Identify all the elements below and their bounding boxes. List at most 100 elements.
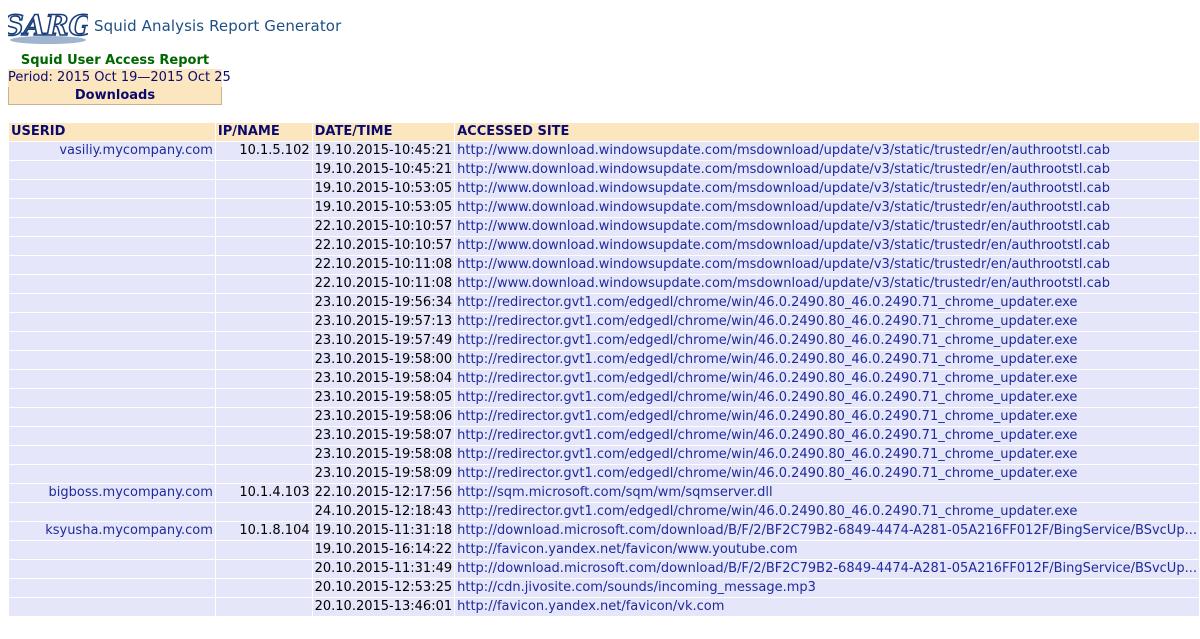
userid-cell	[8, 559, 216, 579]
site-link[interactable]: http://redirector.gvt1.com/edgedl/chrome…	[457, 333, 1077, 348]
table-body: vasiliy.mycompany.com 10.1.5.102 19.10.201…	[8, 141, 1200, 617]
site-link[interactable]: http://sqm.microsoft.com/sqm/wm/sqmserve…	[457, 485, 773, 500]
site-link[interactable]: http://www.download.windowsupdate.com/ms…	[457, 276, 1110, 291]
table-row: 22.10.2015-10:10:57 http://www.download.w…	[8, 236, 1200, 256]
column-header-datetime[interactable]: DATE/TIME	[311, 122, 456, 142]
datetime-cell: 23.10.2015-19:58:09	[311, 464, 456, 484]
table-row: 23.10.2015-19:56:34 http://redirector.gvt…	[8, 293, 1200, 313]
site-link[interactable]: http://www.download.windowsupdate.com/ms…	[457, 238, 1110, 253]
datetime-cell: 19.10.2015-10:45:21	[311, 160, 456, 180]
site-link[interactable]: http://www.download.windowsupdate.com/ms…	[457, 181, 1110, 196]
userid-cell	[8, 578, 216, 598]
site-link[interactable]: http://redirector.gvt1.com/edgedl/chrome…	[457, 371, 1077, 386]
site-link[interactable]: http://download.microsoft.com/download/B…	[457, 523, 1197, 538]
userid-cell[interactable]: bigboss.mycompany.com	[8, 483, 216, 503]
datetime-cell: 22.10.2015-10:11:08	[311, 274, 456, 294]
table-row: 19.10.2015-16:14:22 http://favicon.yandex…	[8, 540, 1200, 560]
ip-cell	[214, 217, 313, 237]
site-link[interactable]: http://redirector.gvt1.com/edgedl/chrome…	[457, 504, 1077, 519]
ip-cell	[214, 369, 313, 389]
column-header-userid[interactable]: USERID	[8, 122, 216, 142]
table-header-row: USERID IP/NAME DATE/TIME ACCESSED SITE	[8, 122, 1200, 142]
site-link[interactable]: http://redirector.gvt1.com/edgedl/chrome…	[457, 295, 1077, 310]
report-header: SARG Squid Analysis Report Generator	[8, 6, 341, 46]
table-row: 23.10.2015-19:58:00 http://redirector.gvt…	[8, 350, 1200, 370]
column-header-ip[interactable]: IP/NAME	[214, 122, 313, 142]
site-cell: http://redirector.gvt1.com/edgedl/chrome…	[454, 350, 1200, 370]
userid-cell[interactable]: vasiliy.mycompany.com	[8, 141, 216, 161]
userid-cell	[8, 597, 216, 617]
site-link[interactable]: http://www.download.windowsupdate.com/ms…	[457, 143, 1110, 158]
userid-cell	[8, 445, 216, 465]
table-row: 24.10.2015-12:18:43 http://redirector.gvt…	[8, 502, 1200, 522]
ip-cell	[214, 426, 313, 446]
table-row: 22.10.2015-10:10:57 http://www.download.w…	[8, 217, 1200, 237]
site-cell: http://www.download.windowsupdate.com/ms…	[454, 141, 1200, 161]
ip-cell	[214, 350, 313, 370]
ip-cell	[214, 274, 313, 294]
site-link[interactable]: http://redirector.gvt1.com/edgedl/chrome…	[457, 428, 1077, 443]
datetime-cell: 23.10.2015-19:57:13	[311, 312, 456, 332]
userid-cell	[8, 350, 216, 370]
ip-cell	[214, 236, 313, 256]
table-row: 23.10.2015-19:58:04 http://redirector.gvt…	[8, 369, 1200, 389]
site-link[interactable]: http://www.download.windowsupdate.com/ms…	[457, 219, 1110, 234]
site-cell: http://redirector.gvt1.com/edgedl/chrome…	[454, 388, 1200, 408]
userid-cell	[8, 407, 216, 427]
datetime-cell: 19.10.2015-10:53:05	[311, 179, 456, 199]
userid-cell[interactable]: ksyusha.mycompany.com	[8, 521, 216, 541]
table-row: bigboss.mycompany.com 10.1.4.103 22.10.201…	[8, 483, 1200, 503]
ip-cell	[214, 464, 313, 484]
ip-cell	[214, 255, 313, 275]
userid-cell	[8, 160, 216, 180]
site-link[interactable]: http://download.microsoft.com/download/B…	[457, 561, 1197, 576]
column-header-site[interactable]: ACCESSED SITE	[454, 122, 1200, 142]
sarg-logo[interactable]: SARG	[8, 7, 88, 45]
site-cell: http://redirector.gvt1.com/edgedl/chrome…	[454, 369, 1200, 389]
datetime-cell: 19.10.2015-16:14:22	[311, 540, 456, 560]
report-info: Squid User Access Report Period: 2015 Oc…	[8, 52, 231, 105]
ip-cell	[214, 597, 313, 617]
ip-cell	[214, 559, 313, 579]
site-link[interactable]: http://redirector.gvt1.com/edgedl/chrome…	[457, 409, 1077, 424]
datetime-cell: 23.10.2015-19:58:07	[311, 426, 456, 446]
site-link[interactable]: http://redirector.gvt1.com/edgedl/chrome…	[457, 447, 1077, 462]
site-cell: http://redirector.gvt1.com/edgedl/chrome…	[454, 407, 1200, 427]
datetime-cell: 22.10.2015-10:11:08	[311, 255, 456, 275]
site-link[interactable]: http://www.download.windowsupdate.com/ms…	[457, 162, 1110, 177]
site-link[interactable]: http://redirector.gvt1.com/edgedl/chrome…	[457, 314, 1077, 329]
site-link[interactable]: http://redirector.gvt1.com/edgedl/chrome…	[457, 352, 1077, 367]
site-link[interactable]: http://redirector.gvt1.com/edgedl/chrome…	[457, 466, 1077, 481]
table-row: 19.10.2015-10:53:05 http://www.download.w…	[8, 179, 1200, 199]
userid-cell	[8, 369, 216, 389]
table-row: 23.10.2015-19:58:09 http://redirector.gvt…	[8, 464, 1200, 484]
userid-cell	[8, 198, 216, 218]
datetime-cell: 20.10.2015-11:31:49	[311, 559, 456, 579]
site-link[interactable]: http://www.download.windowsupdate.com/ms…	[457, 257, 1110, 272]
ip-cell: 10.1.4.103	[214, 483, 313, 503]
ip-cell: 10.1.8.104	[214, 521, 313, 541]
site-link[interactable]: http://www.download.windowsupdate.com/ms…	[457, 200, 1110, 215]
table-row: 20.10.2015-13:46:01 http://favicon.yandex…	[8, 597, 1200, 617]
ip-cell	[214, 179, 313, 199]
datetime-cell: 20.10.2015-12:53:25	[311, 578, 456, 598]
userid-cell	[8, 540, 216, 560]
ip-cell	[214, 160, 313, 180]
site-link[interactable]: http://favicon.yandex.net/favicon/www.yo…	[457, 542, 797, 557]
site-link[interactable]: http://redirector.gvt1.com/edgedl/chrome…	[457, 390, 1077, 405]
userid-cell	[8, 293, 216, 313]
datetime-cell: 19.10.2015-11:31:18	[311, 521, 456, 541]
site-cell: http://redirector.gvt1.com/edgedl/chrome…	[454, 426, 1200, 446]
table-row: 19.10.2015-10:53:05 http://www.download.w…	[8, 198, 1200, 218]
site-link[interactable]: http://cdn.jivosite.com/sounds/incoming_…	[457, 580, 816, 595]
datetime-cell: 23.10.2015-19:56:34	[311, 293, 456, 313]
table-row: vasiliy.mycompany.com 10.1.5.102 19.10.201…	[8, 141, 1200, 161]
site-cell: http://redirector.gvt1.com/edgedl/chrome…	[454, 445, 1200, 465]
access-table: USERID IP/NAME DATE/TIME ACCESSED SITE v…	[8, 122, 1200, 617]
report-type: Downloads	[8, 87, 222, 105]
datetime-cell: 23.10.2015-19:57:49	[311, 331, 456, 351]
ip-cell	[214, 540, 313, 560]
ip-cell	[214, 578, 313, 598]
table-row: 23.10.2015-19:58:05 http://redirector.gvt…	[8, 388, 1200, 408]
site-link[interactable]: http://favicon.yandex.net/favicon/vk.com	[457, 599, 724, 614]
